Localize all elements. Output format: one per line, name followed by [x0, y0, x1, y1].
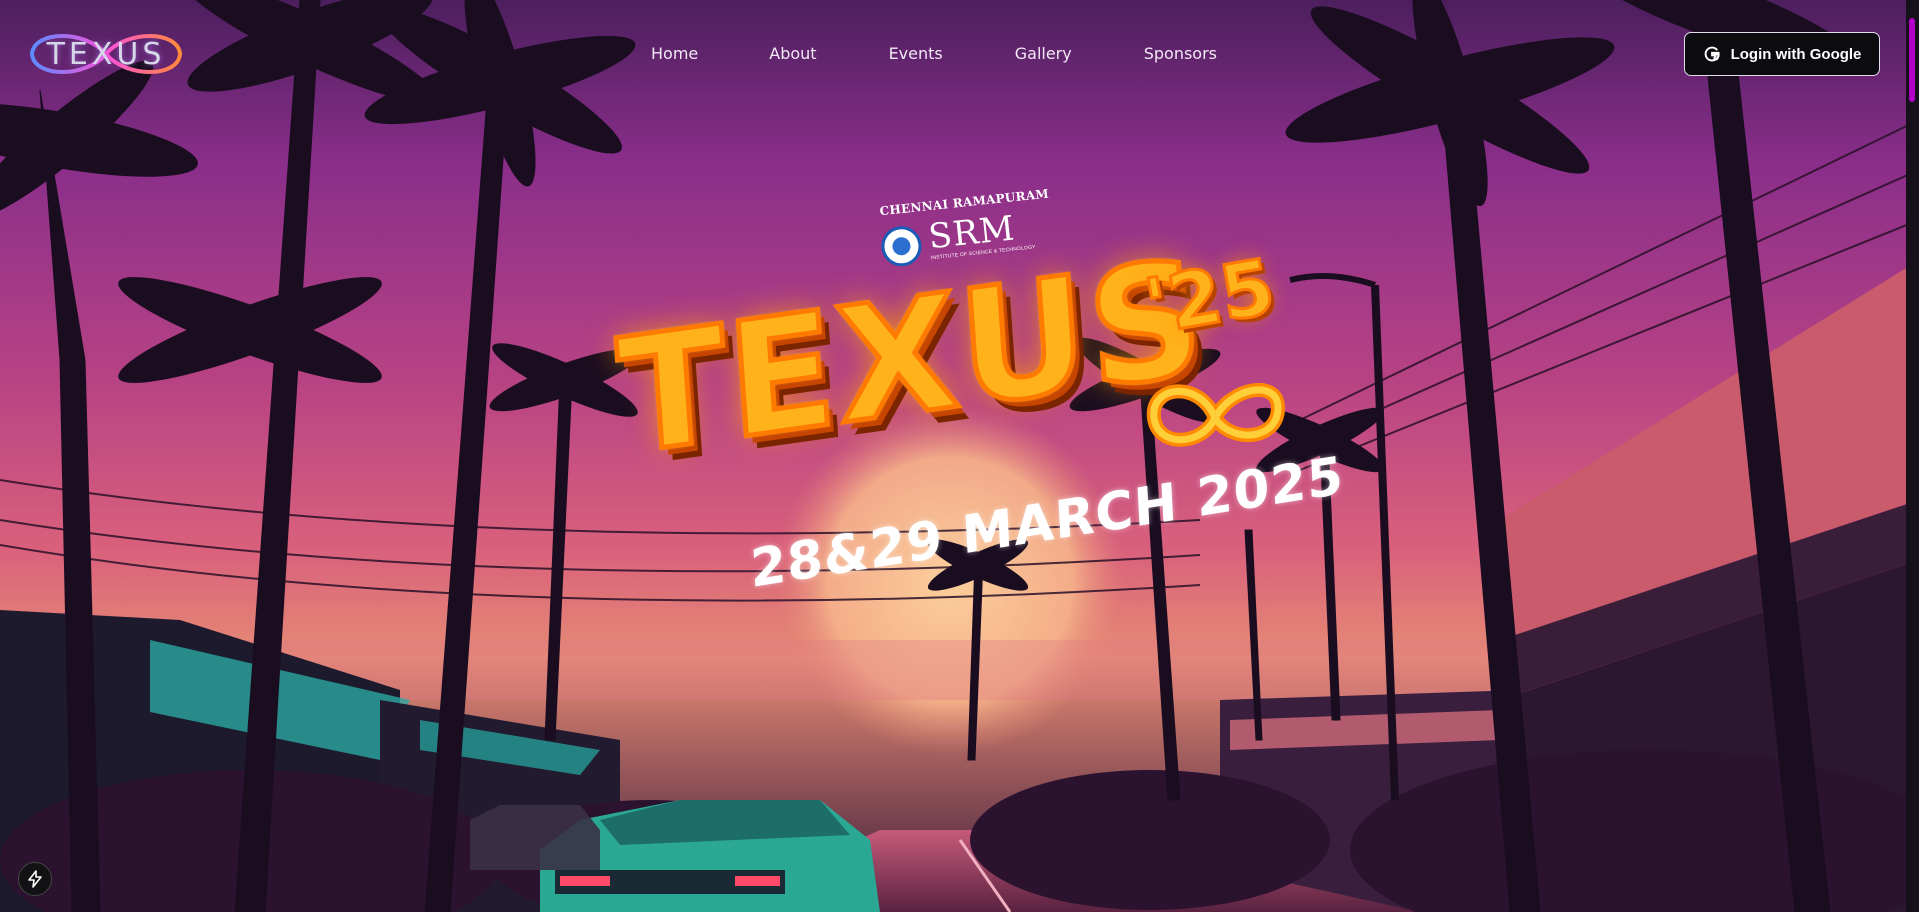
- nav-home-link[interactable]: Home: [651, 40, 698, 67]
- lightning-bolt-icon: [28, 870, 42, 888]
- main-navigation: Home About Events Gallery Sponsors: [651, 40, 1217, 67]
- texus-logo[interactable]: TEXUS: [26, 26, 186, 82]
- google-g-icon: [1704, 46, 1720, 62]
- page-scrollbar[interactable]: [1906, 0, 1919, 912]
- nav-events-link[interactable]: Events: [889, 40, 943, 67]
- nav-sponsors-link[interactable]: Sponsors: [1144, 40, 1217, 67]
- logo-text: TEXUS: [46, 36, 166, 72]
- scrollbar-thumb[interactable]: [1909, 18, 1915, 102]
- event-title: TEXUS: [611, 222, 1213, 493]
- quick-action-button[interactable]: [18, 862, 52, 896]
- nav-gallery-link[interactable]: Gallery: [1015, 40, 1072, 67]
- infinity-symbol-icon: [1146, 383, 1286, 447]
- nav-about-link[interactable]: About: [769, 40, 816, 67]
- login-with-google-button[interactable]: Login with Google: [1684, 32, 1880, 76]
- login-button-label: Login with Google: [1730, 45, 1862, 63]
